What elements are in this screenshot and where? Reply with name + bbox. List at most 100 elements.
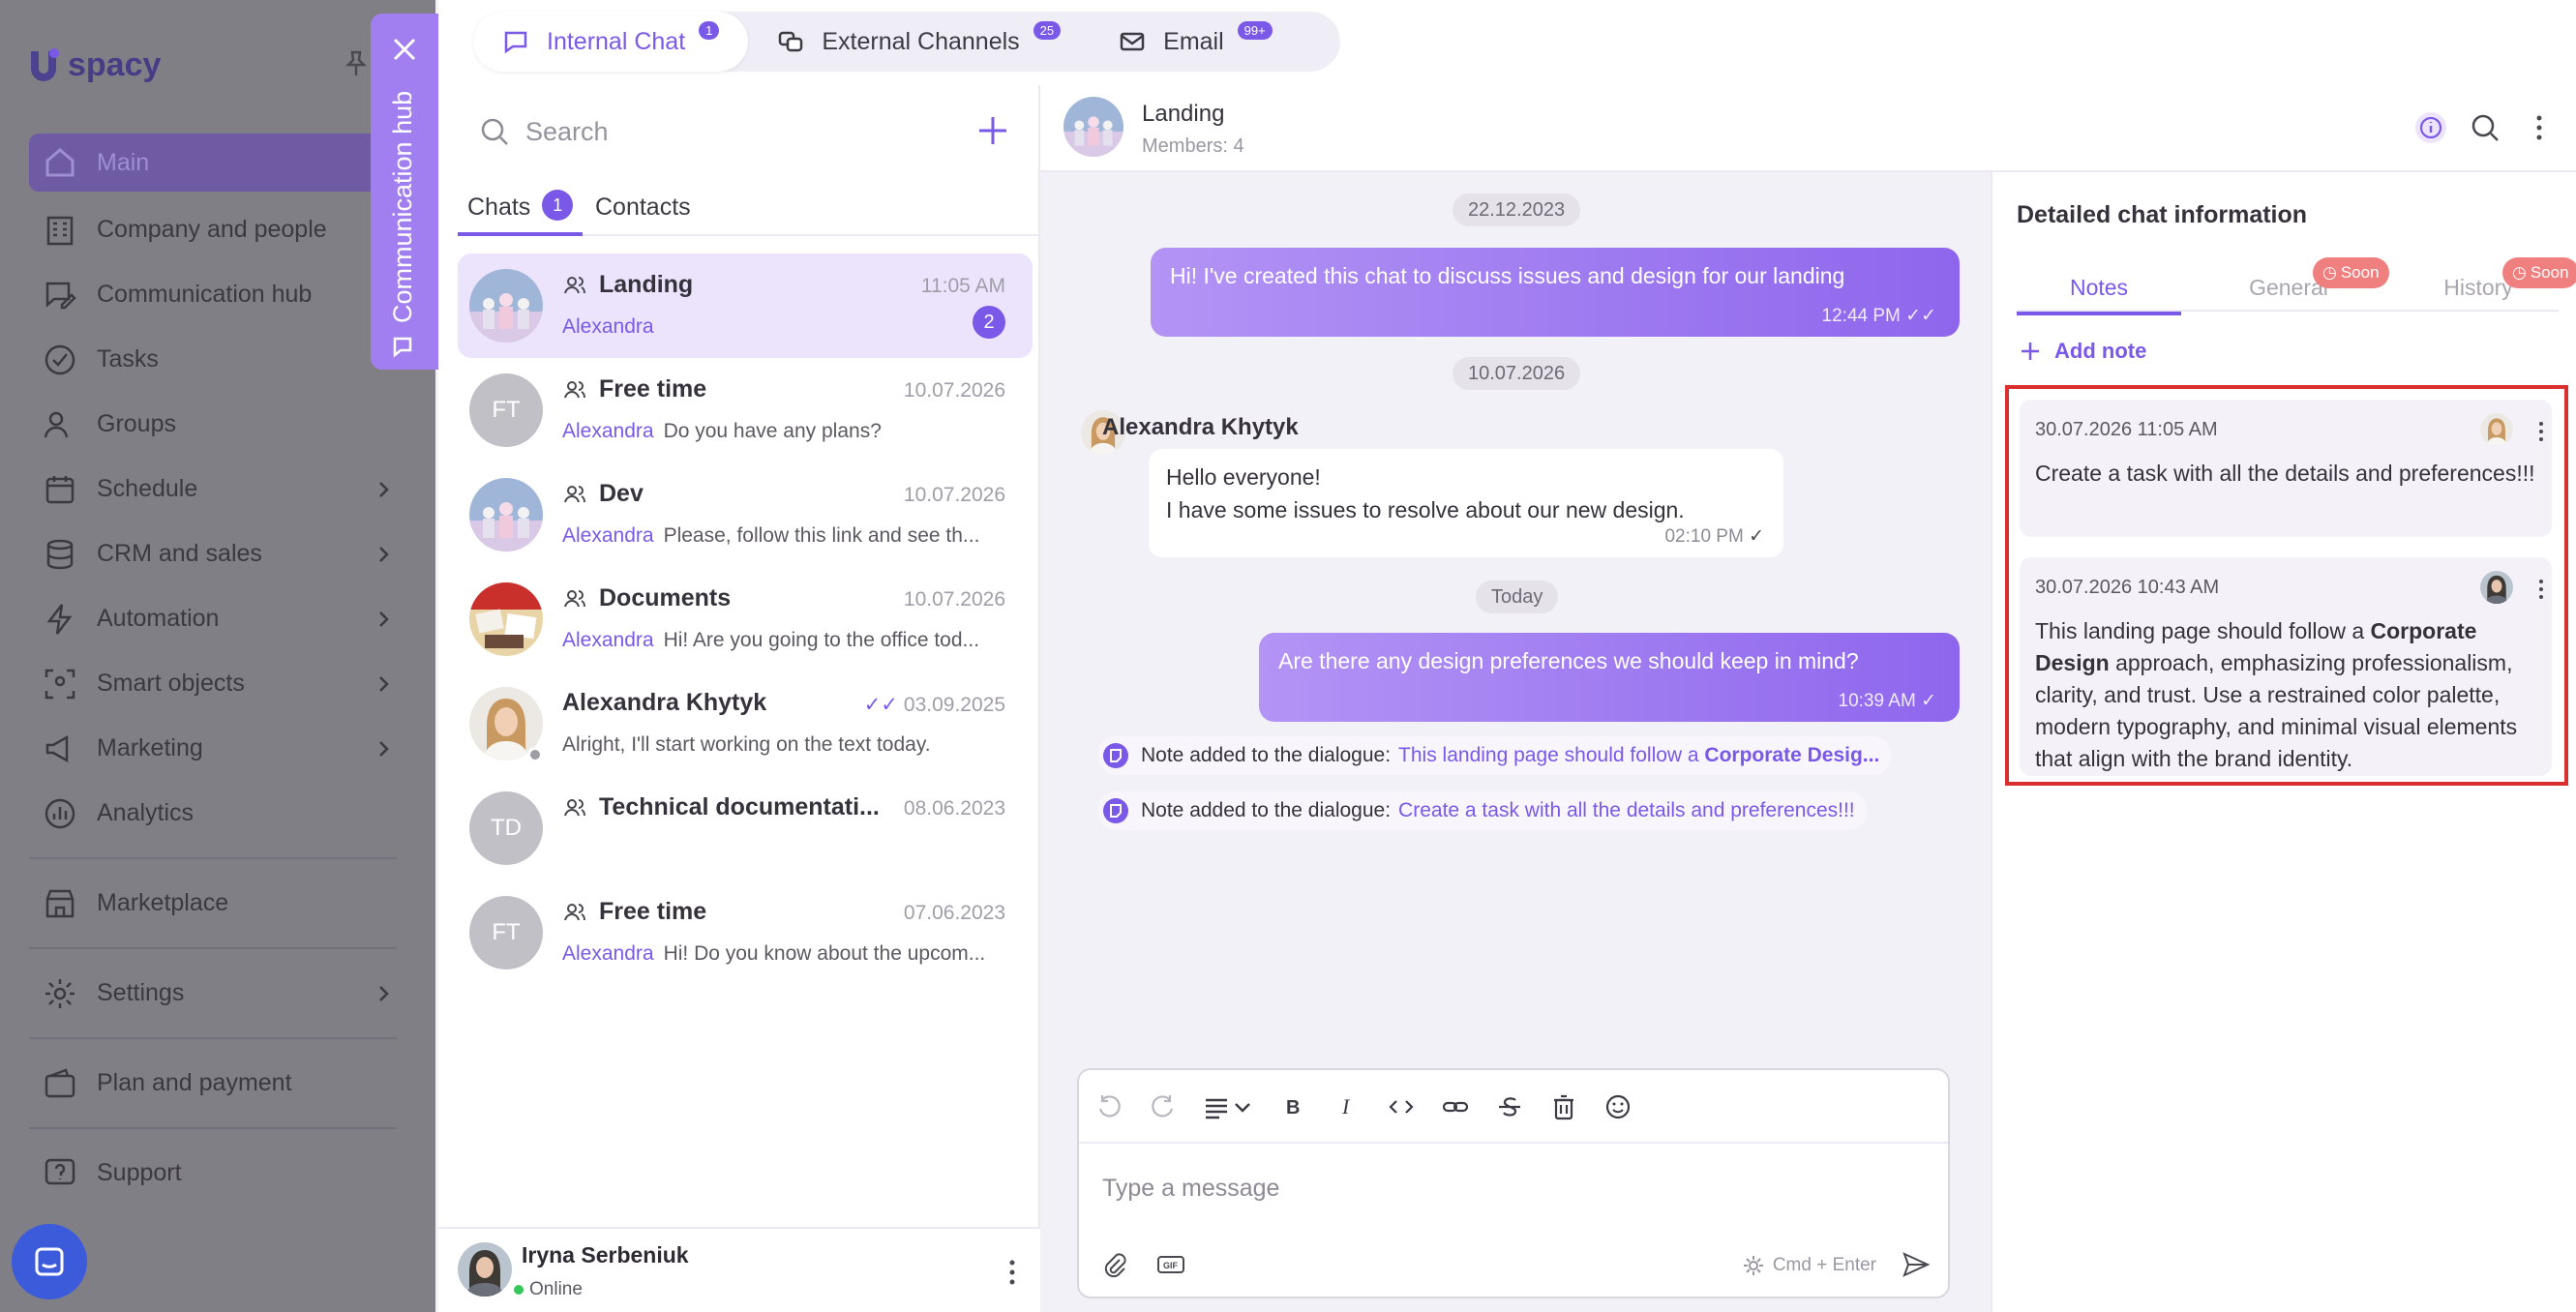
add-note-button[interactable]: Add note	[2020, 339, 2146, 364]
tab-general[interactable]: General ◷ Soon	[2206, 257, 2389, 301]
soon-badge: ◷ Soon	[2313, 257, 2389, 288]
note-prefix: Note added to the dialogue:	[1141, 799, 1392, 821]
sidebar-item-main[interactable]: Main	[29, 134, 397, 192]
sidebar-item-label: Automation	[97, 605, 220, 632]
sidebar-item-marketplace[interactable]: Marketplace	[29, 871, 397, 936]
sidebar-item-label: Marketing	[97, 734, 203, 761]
italic-icon[interactable]: I	[1333, 1092, 1362, 1121]
strikethrough-icon[interactable]	[1495, 1092, 1524, 1121]
sidebar-item-company[interactable]: Company and people	[29, 197, 397, 262]
note-event[interactable]: Note added to the dialogue: Create a tas…	[1098, 791, 1867, 830]
chat-date: 10.07.2026	[903, 588, 1005, 611]
sidebar-item-groups[interactable]: Groups	[29, 392, 397, 457]
bold-icon[interactable]: B	[1278, 1092, 1307, 1121]
note-date: 30.07.2026 11:05 AM	[2035, 419, 2218, 440]
tab-label: Email	[1163, 27, 1224, 55]
chat-item-landing[interactable]: Landing 11:05 AM Alexandra 2	[458, 253, 1033, 358]
soon-text: Soon	[2530, 263, 2569, 282]
status-dot	[527, 747, 543, 762]
message-time: 12:44 PM ✓✓	[1822, 305, 1936, 327]
note-event[interactable]: Note added to the dialogue: This landing…	[1098, 736, 1892, 775]
chat-title-text: Free time	[599, 898, 707, 925]
more-options-icon[interactable]	[2524, 112, 2555, 143]
sidebar-item-settings[interactable]: Settings	[29, 961, 397, 1026]
chat-preview: Alexandra Hi! Do you know about the upcom…	[562, 942, 985, 966]
emoji-icon[interactable]	[1603, 1092, 1632, 1121]
tab-contacts[interactable]: Contacts	[595, 186, 691, 236]
sidebar-item-schedule[interactable]: Schedule	[29, 457, 397, 522]
redo-icon[interactable]	[1149, 1092, 1178, 1121]
chat-date: ✓✓ 03.09.2025	[864, 693, 1005, 717]
chat-title: Dev	[562, 480, 644, 508]
tab-label: Contacts	[595, 194, 691, 221]
send-shortcut-hint[interactable]: Cmd + Enter	[1742, 1254, 1876, 1277]
clear-format-icon[interactable]	[1549, 1092, 1578, 1121]
chat-item-free-time-2[interactable]: FT Free time 07.06.2023 Alexandra Hi! Do …	[458, 880, 1033, 985]
svg-text:GIF: GIF	[1163, 1261, 1179, 1270]
message-input[interactable]: Type a message	[1102, 1175, 1279, 1203]
app-logo[interactable]: spacy	[27, 46, 161, 84]
sidebar-divider	[29, 1127, 397, 1129]
double-check-icon: ✓✓	[863, 694, 898, 716]
sidebar-item-analytics[interactable]: Analytics	[29, 781, 397, 846]
preview-text: Hi! Are you going to the office tod...	[663, 629, 980, 651]
tab-internal-chat[interactable]: Internal Chat 1	[473, 12, 749, 72]
attach-icon[interactable]	[1100, 1250, 1129, 1279]
search-input[interactable]: Search	[460, 104, 914, 159]
more-options-icon[interactable]	[1007, 1258, 1017, 1287]
code-icon[interactable]	[1387, 1092, 1416, 1121]
tab-chats[interactable]: Chats 1	[458, 186, 584, 236]
chat-item-technical-documentation[interactable]: TD Technical documentati... 08.06.2023	[458, 776, 1033, 880]
sidebar-item-marketing[interactable]: Marketing	[29, 716, 397, 781]
database-icon	[46, 539, 74, 569]
pin-icon[interactable]	[341, 48, 372, 79]
note-card[interactable]: 30.07.2026 10:43 AM This landing page sh…	[2020, 557, 2552, 776]
chat-item-alexandra-khytyk[interactable]: Alexandra Khytyk ✓✓ 03.09.2025 Alright, I…	[458, 671, 1033, 776]
sidebar-item-smart-objects[interactable]: Smart objects	[29, 651, 397, 716]
note-menu-icon[interactable]	[2538, 421, 2544, 442]
sidebar-item-support[interactable]: Support	[29, 1141, 397, 1206]
chat-item-documents[interactable]: Documents 10.07.2026 Alexandra Hi! Are yo…	[458, 567, 1033, 671]
send-icon[interactable]	[1902, 1250, 1931, 1279]
group-icon	[564, 380, 585, 398]
search-icon[interactable]	[2470, 112, 2501, 143]
tab-external-channels[interactable]: External Channels 25	[748, 12, 1090, 72]
note-link[interactable]: Create a task with all the details and p…	[1398, 799, 1855, 822]
support-chat-button[interactable]	[12, 1224, 87, 1299]
align-dropdown-icon[interactable]	[1203, 1092, 1253, 1121]
gif-icon[interactable]: GIF	[1156, 1250, 1185, 1279]
chat-title-text: Landing	[599, 271, 694, 298]
chat-item-dev[interactable]: Dev 10.07.2026 Alexandra Please, follow t…	[458, 462, 1033, 567]
sidebar-item-label: Marketplace	[97, 889, 229, 916]
tab-email[interactable]: Email 99+	[1090, 12, 1302, 72]
note-menu-icon[interactable]	[2538, 579, 2544, 600]
sidebar-item-plan[interactable]: Plan and payment	[29, 1051, 397, 1116]
note-card[interactable]: 30.07.2026 11:05 AM Create a task with a…	[2020, 400, 2552, 537]
tab-history[interactable]: History ◷ Soon	[2396, 257, 2576, 301]
sidebar-item-communication-hub[interactable]: Communication hub	[29, 262, 397, 327]
undo-icon[interactable]	[1094, 1092, 1123, 1121]
new-chat-button[interactable]	[976, 114, 1009, 147]
sidebar-item-crm[interactable]: CRM and sales	[29, 522, 397, 586]
sidebar-item-automation[interactable]: Automation	[29, 586, 397, 651]
info-icon[interactable]	[2415, 112, 2446, 143]
tab-notes[interactable]: Notes	[2017, 275, 2181, 315]
note-link[interactable]: This landing page should follow a Corpor…	[1398, 744, 1879, 767]
sidebar-item-tasks[interactable]: Tasks	[29, 327, 397, 392]
chat-edit-icon	[45, 282, 76, 309]
close-icon[interactable]	[390, 35, 419, 64]
settings-icon	[1743, 1256, 1763, 1275]
chat-date: 07.06.2023	[903, 902, 1005, 924]
link-icon[interactable]	[1441, 1092, 1470, 1121]
sidebar-item-label: Smart objects	[97, 670, 245, 697]
check-icon: ✓	[1749, 526, 1764, 547]
chart-icon	[45, 798, 75, 828]
chat-widget-icon	[35, 1247, 64, 1276]
user-name: Iryna Serbeniuk	[522, 1242, 689, 1267]
communication-hub-panel-tab[interactable]: Communication hub	[371, 14, 438, 370]
chat-details-panel: Detailed chat information Notes General …	[1991, 172, 2576, 1312]
chat-item-free-time[interactable]: FT Free time 10.07.2026 Alexandra Do you …	[458, 358, 1033, 462]
chevron-right-icon	[379, 611, 389, 627]
chat-date-text: 03.09.2025	[903, 694, 1005, 716]
current-user[interactable]: Iryna Serbeniuk Online	[438, 1227, 1040, 1312]
